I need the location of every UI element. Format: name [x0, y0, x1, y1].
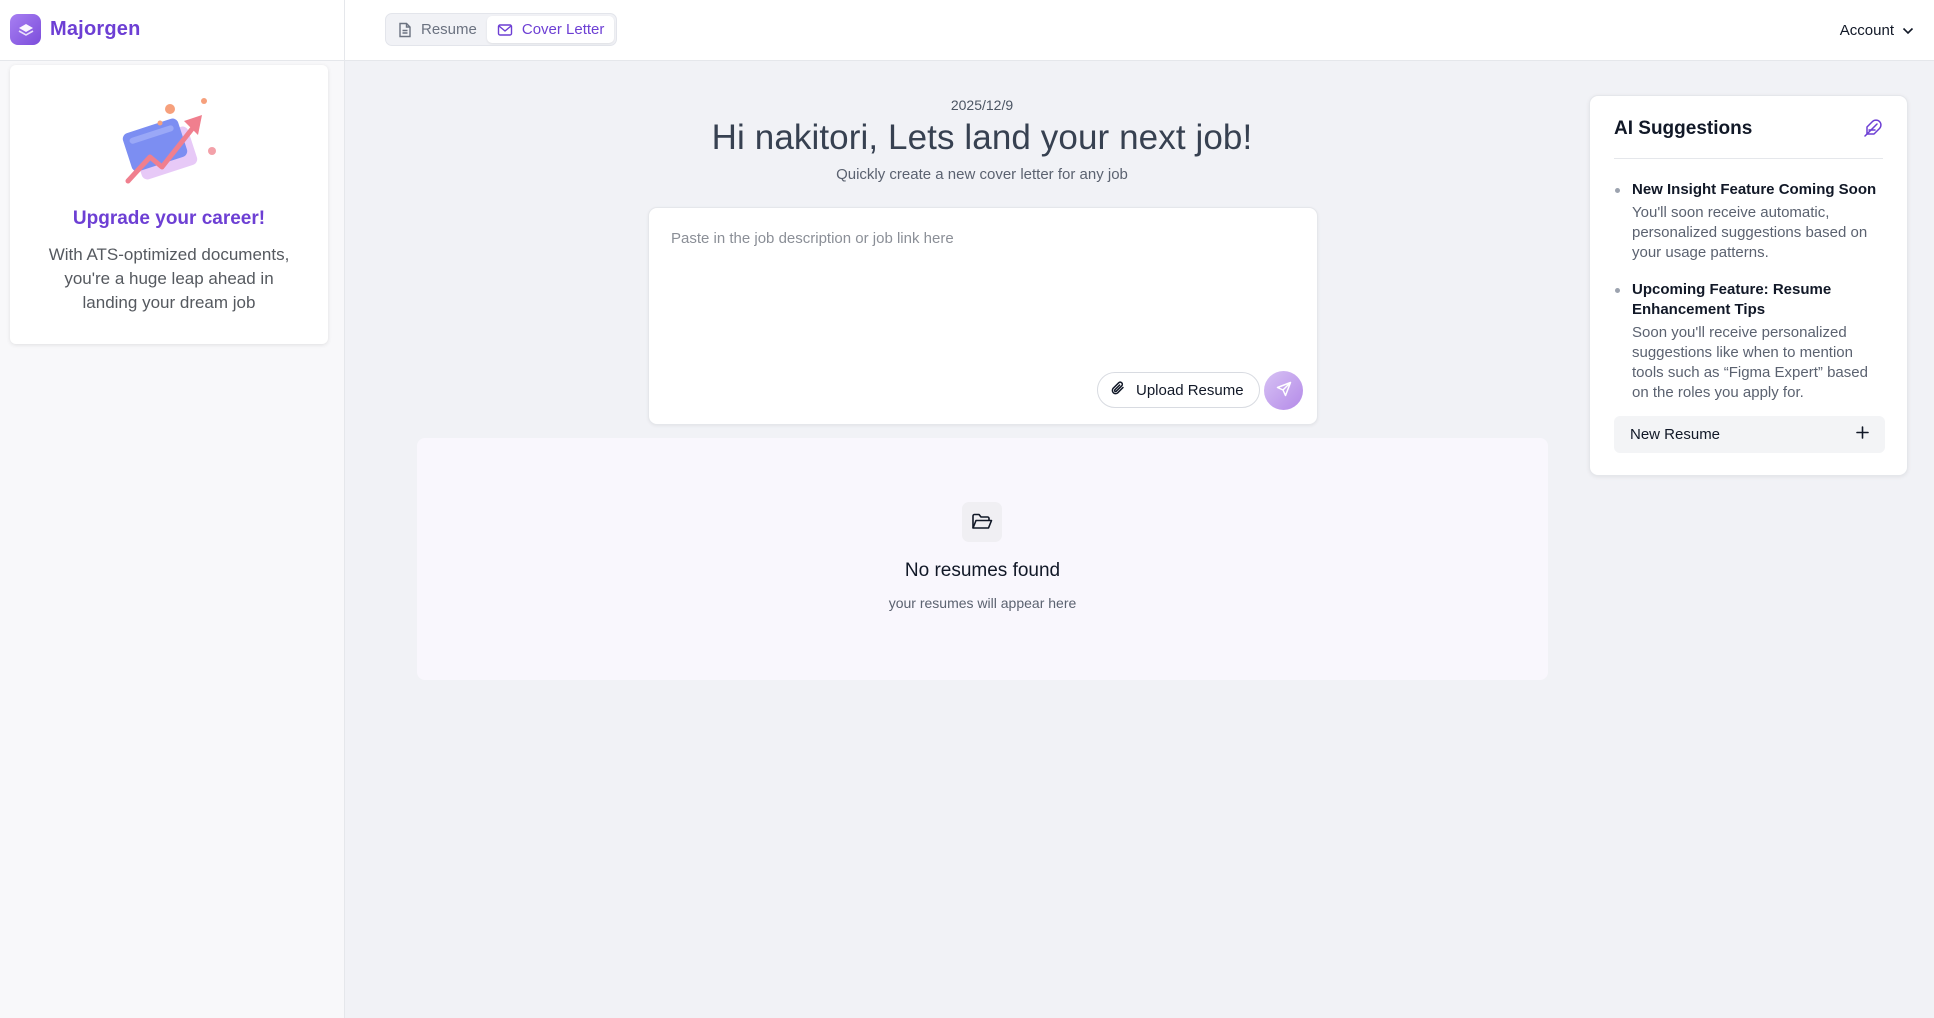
topbar-divider [344, 0, 345, 61]
new-resume-label: New Resume [1630, 426, 1721, 443]
bullet [1615, 288, 1620, 293]
suggestion-title: Upcoming Feature: Resume Enhancement Tip… [1632, 281, 1832, 318]
page-subtitle: Quickly create a new cover letter for an… [836, 166, 1128, 183]
bullet [1615, 188, 1620, 193]
document-icon [398, 22, 412, 38]
suggestion-item: New Insight Feature Coming Soon You'll s… [1614, 180, 1883, 263]
tab-cover-letter-label: Cover Letter [521, 21, 605, 38]
upload-resume-label: Upload Resume [1136, 381, 1244, 399]
sidebar: Upgrade your career! With ATS-optimized … [0, 61, 345, 1018]
feather-icon[interactable] [1863, 118, 1883, 143]
send-button[interactable] [1264, 371, 1303, 410]
brand-name: Majorgen [50, 18, 141, 40]
tab-cover-letter[interactable]: Cover Letter [486, 16, 615, 43]
promo-text: With ATS-optimized documents, you're a h… [48, 245, 290, 312]
tab-resume-label: Resume [421, 21, 477, 38]
suggestion-title: New Insight Feature Coming Soon [1632, 181, 1877, 198]
suggestion-item: Upcoming Feature: Resume Enhancement Tip… [1614, 280, 1883, 403]
suggestion-text: You'll soon receive automatic, personali… [1632, 204, 1868, 261]
current-date: 2025/12/9 [950, 97, 1014, 113]
document-type-tabs: Resume Cover Letter [385, 13, 618, 46]
new-resume-button[interactable]: New Resume [1614, 416, 1885, 453]
account-menu[interactable]: Account [1840, 18, 1914, 42]
career-growth-illustration [122, 98, 216, 184]
upload-resume-button[interactable]: Upload Resume [1097, 372, 1260, 408]
ai-suggestions-title: AI Suggestions [1614, 118, 1753, 139]
ai-suggestions-header: AI Suggestions [1614, 114, 1883, 159]
promo-title: Upgrade your career! [72, 208, 266, 229]
suggestion-text: Soon you'll receive personalized suggest… [1632, 324, 1868, 401]
page-title: Hi nakitori, Lets land your next job! [711, 118, 1253, 157]
brand[interactable]: Majorgen [10, 14, 141, 45]
empty-state-title: No resumes found [904, 560, 1061, 581]
top-bar: Majorgen Resume Cover Letter Account [0, 0, 1934, 61]
resumes-empty-state: No resumes found your resumes will appea… [417, 438, 1548, 680]
plus-icon [1856, 426, 1869, 443]
ai-suggestions-panel: AI Suggestions New Insight Feature Comin… [1589, 95, 1908, 476]
paperclip-icon [1110, 380, 1126, 400]
mail-icon [497, 23, 513, 37]
folder-open-icon [962, 502, 1002, 542]
upgrade-promo-card[interactable]: Upgrade your career! With ATS-optimized … [10, 65, 328, 344]
chevron-down-icon [1902, 22, 1914, 39]
logo-icon [10, 14, 41, 45]
send-icon [1276, 381, 1292, 400]
job-description-input[interactable] [671, 230, 1291, 370]
empty-state-text: your resumes will appear here [888, 595, 1077, 611]
account-label: Account [1839, 21, 1894, 39]
tab-resume[interactable]: Resume [388, 16, 487, 43]
job-description-composer: Upload Resume [648, 207, 1318, 425]
